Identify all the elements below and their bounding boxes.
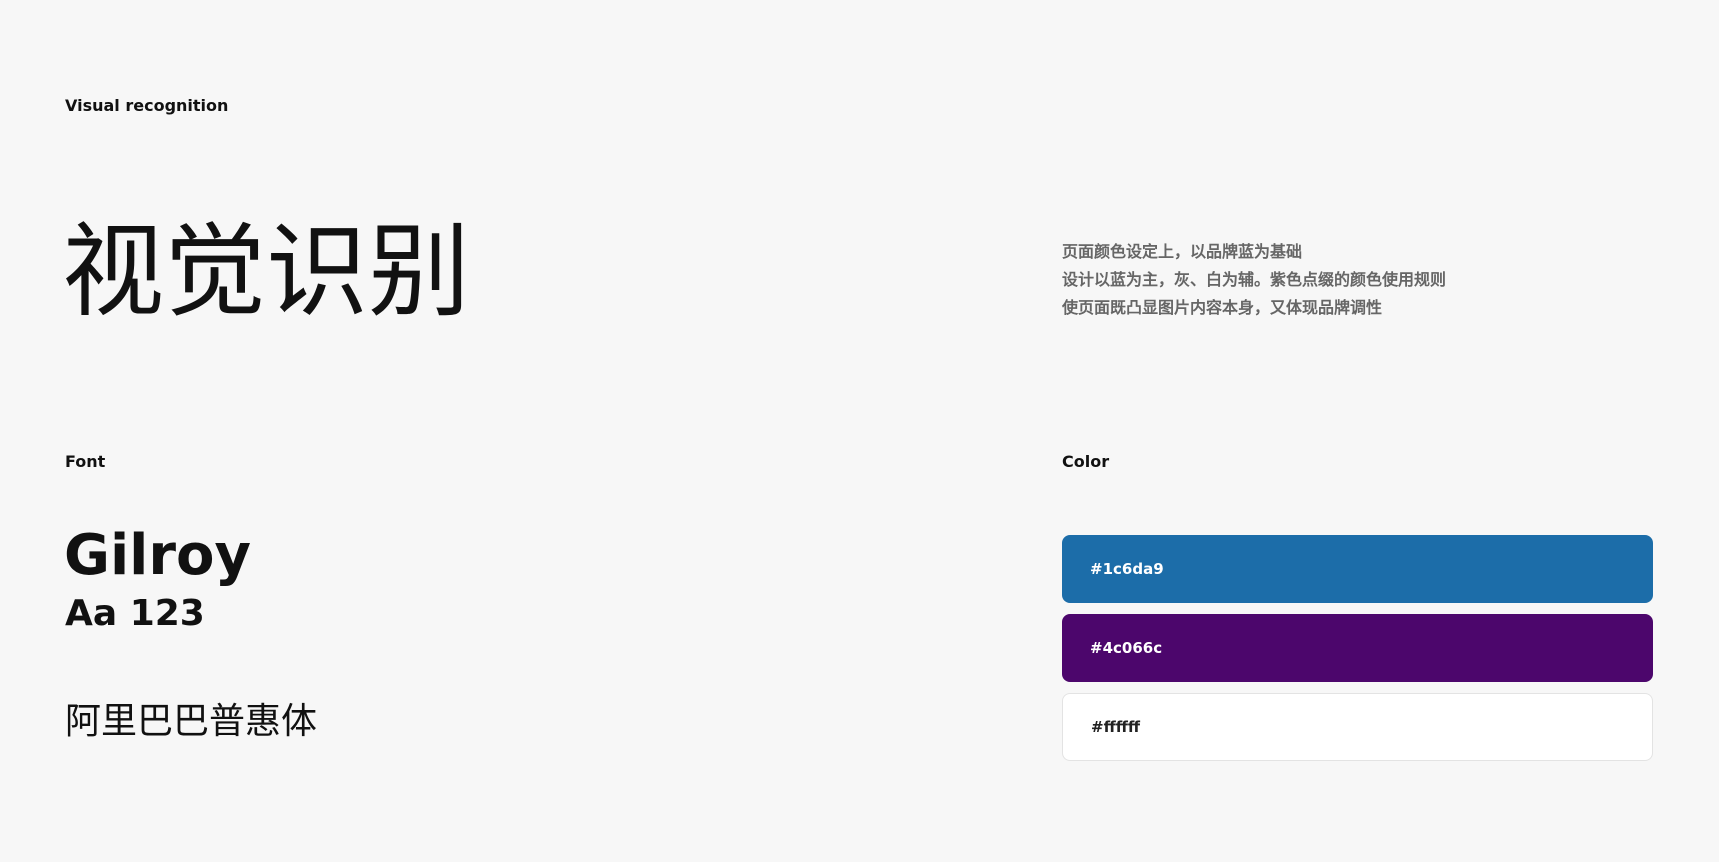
description-line: 页面颜色设定上，以品牌蓝为基础 [1062,242,1303,261]
color-hex-label: #ffffff [1091,718,1141,736]
font-section-label: Font [65,452,106,471]
color-section-label: Color [1062,452,1110,471]
font-name: Gilroy [64,523,251,588]
color-swatch-white: #ffffff [1062,693,1653,761]
font-sample: Aa 123 [65,593,205,634]
description-block: 页面颜色设定上，以品牌蓝为基础 设计以蓝为主，灰、白为辅。紫色点缀的颜色使用规则… [1062,238,1622,322]
color-swatch-blue: #1c6da9 [1062,535,1653,603]
color-hex-label: #1c6da9 [1090,560,1164,578]
section-eyebrow: Visual recognition [65,96,229,115]
color-swatch-purple: #4c066c [1062,614,1653,682]
description-line: 使页面既凸显图片内容本身，又体现品牌调性 [1062,298,1383,317]
description-line: 设计以蓝为主，灰、白为辅。紫色点缀的颜色使用规则 [1062,270,1447,289]
page-title: 视觉识别 [62,213,470,332]
color-hex-label: #4c066c [1090,639,1163,657]
chinese-font-name: 阿里巴巴普惠体 [65,701,318,742]
